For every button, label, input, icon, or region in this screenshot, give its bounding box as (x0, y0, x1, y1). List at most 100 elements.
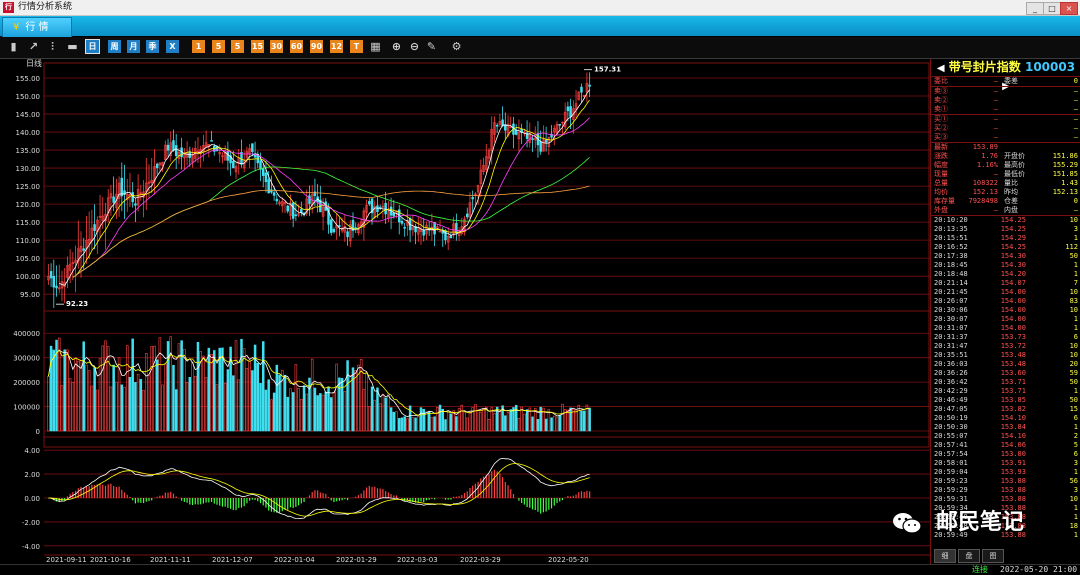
trade-price: 153.48 (1000, 351, 1026, 359)
quarter-period-button[interactable]: 季 (146, 40, 159, 53)
line-chart-icon[interactable]: ↗ (27, 40, 40, 53)
date-axis-label: 2021-09-11 (46, 556, 87, 564)
candle-body (465, 213, 469, 218)
trade-time: 20:13:35 (934, 225, 968, 233)
minute120-button[interactable]: 12 (330, 40, 343, 53)
stat-row-v: 7928498 (968, 197, 998, 205)
watermark-text: 邮民笔记 (936, 510, 1025, 535)
trade-time: 20:15:51 (934, 234, 968, 242)
prev-arrow-icon[interactable]: ◀ (937, 63, 945, 74)
volume-tick-label: 100000 (13, 404, 40, 412)
volume-bar (234, 340, 238, 432)
volume-bar (319, 393, 322, 432)
trade-row: 20:57:41 154.06 5 (934, 441, 1078, 450)
trade-time: 20:18:45 (934, 261, 968, 269)
minute1-button[interactable]: 1 (192, 40, 205, 53)
volume-bar (444, 419, 447, 432)
minute30-button[interactable]: 30 (270, 40, 283, 53)
minute5-button[interactable]: 5 (212, 40, 225, 53)
volume-bar (417, 416, 420, 432)
volume-bar (493, 412, 496, 432)
trade-volume: 1 (1073, 234, 1078, 242)
close-button[interactable]: × (1060, 2, 1078, 15)
volume-bar (310, 358, 314, 432)
volume-tick-label: 200000 (13, 379, 40, 387)
volume-bar (302, 385, 306, 432)
maximize-button[interactable]: □ (1043, 2, 1061, 15)
calendar-icon[interactable]: ▦ (369, 40, 382, 53)
tab-orderbook[interactable]: 盘 (958, 549, 980, 563)
day-period-button[interactable]: 日 (85, 39, 100, 54)
order-row-v: — (993, 77, 998, 85)
volume-bar (553, 415, 556, 432)
order-row-l: 买② (934, 124, 948, 132)
trade-price: 153.88 (1000, 486, 1026, 494)
volume-bar (145, 353, 148, 432)
volume-bar (77, 360, 80, 432)
stat-row-l: 幅度 (934, 161, 948, 169)
order-row-v2: 0 (1073, 77, 1078, 85)
trade-time: 20:18:48 (934, 270, 968, 278)
volume-bar (580, 410, 583, 432)
volume-icon[interactable]: ▬ (66, 40, 79, 53)
volume-bar (400, 417, 404, 432)
month-period-button[interactable]: 月 (127, 40, 140, 53)
trade-price: 154.00 (1000, 297, 1026, 305)
minimize-button[interactable]: _ (1026, 2, 1044, 15)
order-row-l2: 委差 (1004, 77, 1018, 85)
candle-body (441, 231, 445, 234)
volume-bar (85, 364, 88, 432)
volume-bar (275, 364, 279, 432)
volume-bar (327, 386, 330, 432)
candle-body (232, 160, 235, 169)
volume-bar (498, 410, 502, 432)
stat-row-v: 1.76 (981, 152, 998, 160)
minute90-button[interactable]: 90 (310, 40, 323, 53)
minute60-button[interactable]: 60 (290, 40, 303, 53)
volume-bar (425, 411, 428, 432)
minute10-button[interactable]: 5 (231, 40, 244, 53)
volume-bar (101, 345, 105, 432)
stat-row-v: 108322 (972, 179, 998, 187)
trade-row: 20:30:06 154.00 10 (934, 306, 1078, 315)
kline-chart-area[interactable]: 日线 155.00 150.00 145.00 140.00 135.00 130.00 12… (0, 59, 930, 564)
year-period-button[interactable]: X (166, 40, 179, 53)
order-row-l: 委比 (934, 77, 948, 85)
settings-icon[interactable]: ⚙ (450, 40, 463, 53)
trade-row: 20:36:26 153.60 59 (934, 369, 1078, 378)
volume-bar (406, 418, 409, 432)
draw-tool-icon[interactable]: ✎ (425, 40, 438, 53)
tab-market-label: 行 情 (25, 22, 49, 33)
zoom-out-icon[interactable]: ⊖ (408, 40, 421, 53)
trade-price: 153.93 (1000, 468, 1026, 476)
kline-icon[interactable]: ⫶ (46, 40, 59, 53)
trade-row: 20:46:49 153.85 50 (934, 396, 1078, 405)
volume-bar (531, 416, 534, 432)
trade-time: 20:36:03 (934, 360, 968, 368)
tab-market[interactable]: ¥ 行 情 (2, 17, 72, 37)
price-tick-label: 140.00 (16, 129, 41, 137)
trade-volume: 59 (1069, 369, 1078, 377)
volume-tick-label: 400000 (13, 330, 40, 338)
tab-detail[interactable]: 细 (934, 549, 956, 563)
order-row-v: — (993, 115, 998, 123)
bar-chart-icon[interactable]: ▮ (7, 40, 20, 53)
candle-body (495, 124, 499, 127)
volume-bar (66, 349, 69, 432)
trade-volume: 6 (1073, 414, 1078, 422)
volume-bar (125, 345, 129, 432)
week-period-button[interactable]: 周 (108, 40, 121, 53)
volume-bar (449, 413, 453, 432)
volume-bar (63, 349, 66, 432)
minute15-button[interactable]: 15 (251, 40, 264, 53)
volume-bar (106, 346, 110, 432)
order-row-l: 买③ (934, 133, 948, 141)
tab-chart[interactable]: 图 (982, 549, 1004, 563)
zoom-in-icon[interactable]: ⊕ (390, 40, 403, 53)
volume-bar (422, 408, 425, 432)
kline-chart[interactable]: 日线 155.00 150.00 145.00 140.00 135.00 130.00 12… (0, 59, 930, 564)
tick-button[interactable]: T (350, 40, 363, 53)
volume-bar (395, 411, 398, 432)
candle-body (384, 202, 387, 215)
order-row-v2: — (1073, 87, 1078, 95)
